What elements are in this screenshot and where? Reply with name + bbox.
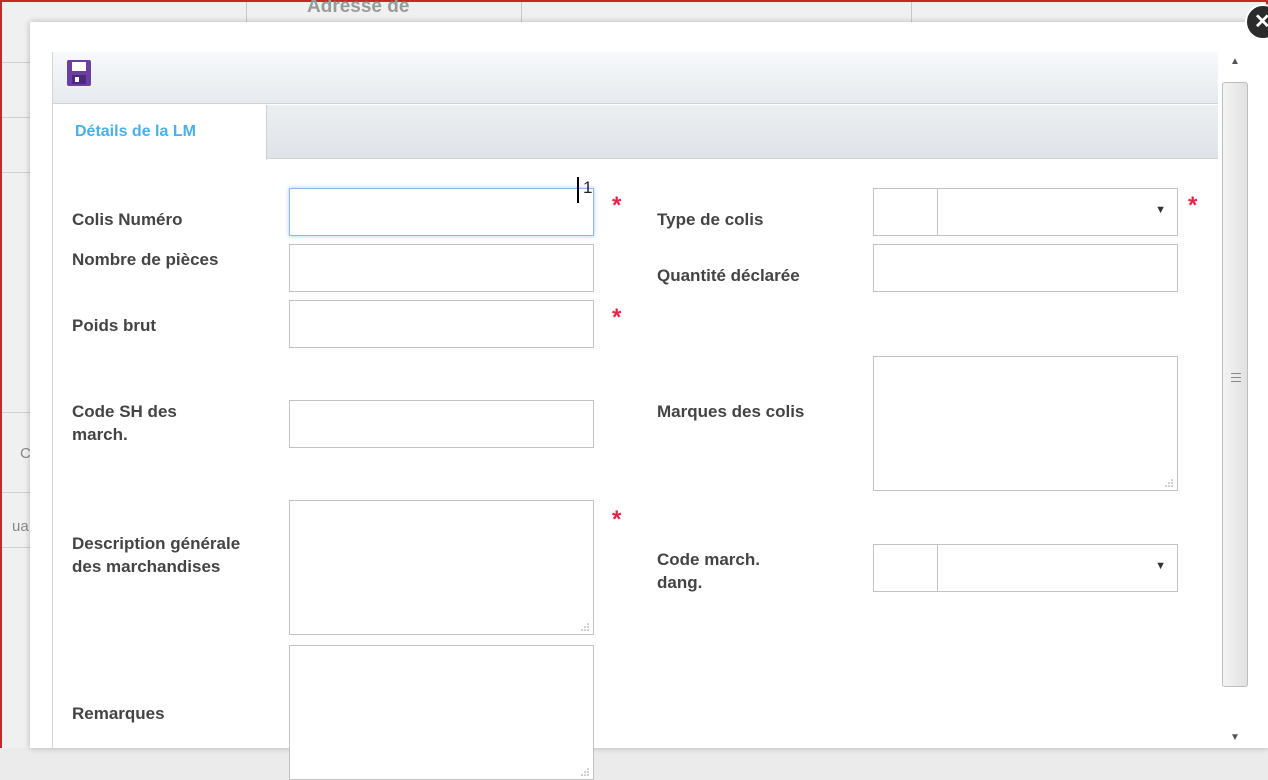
quantite-declaree-input[interactable] [873,244,1178,292]
colis-numero-input[interactable] [289,188,594,236]
modal-dialog: Détails de la LM Colis Numéro * Nombre d… [30,22,1268,780]
label-quantite-declaree: Quantité déclarée [657,266,800,285]
modal-content: Détails de la LM Colis Numéro * Nombre d… [52,52,1219,780]
poids-brut-input[interactable] [289,300,594,348]
bg-column [2,2,247,22]
code-march-dang-code-field[interactable] [874,545,938,591]
label-code-sh: Code SH des march. [72,402,177,444]
label-nombre-pieces: Nombre de pièces [72,250,219,269]
label-remarques: Remarques [72,704,165,723]
required-marker: * [612,304,622,331]
label-type-colis: Type de colis [657,210,764,229]
resize-grip-icon[interactable] [579,766,589,776]
colis-numero-value: 1 [583,178,593,197]
required-marker: * [612,506,622,533]
vertical-scrollbar[interactable]: ▲ ▼ [1218,52,1252,748]
dropdown-arrow-icon[interactable]: ▼ [1155,204,1166,216]
marques-colis-textarea[interactable] [873,356,1178,491]
label-marques-colis: Marques des colis [657,402,805,421]
grip-icon [1231,373,1241,385]
resize-grip-icon[interactable] [1163,477,1173,487]
bg-text-fragment: ua [12,518,29,535]
description-textarea[interactable] [289,500,594,635]
tab-bar: Détails de la LM [53,105,1219,160]
nombre-pieces-input[interactable] [289,244,594,292]
tab-details-lm[interactable]: Détails de la LM [53,105,267,160]
save-icon[interactable] [67,60,91,86]
resize-grip-icon[interactable] [579,621,589,631]
bg-header-text: Adresse de [307,0,410,17]
scroll-up-icon[interactable]: ▲ [1218,52,1252,72]
code-sh-input[interactable] [289,400,594,448]
scrollbar-thumb[interactable] [1222,82,1248,687]
label-poids-brut: Poids brut [72,316,157,335]
label-colis-numero: Colis Numéro [72,210,183,229]
label-code-march-dang: Code march. dang. [657,550,760,592]
toolbar [53,52,1219,104]
text-cursor [577,177,579,203]
bg-column [522,2,912,22]
required-marker: * [1188,192,1198,219]
label-description: Description générale des marchandises [72,534,241,576]
type-colis-select[interactable]: ▼ [873,188,1178,236]
dropdown-arrow-icon[interactable]: ▼ [1155,560,1166,572]
remarques-textarea[interactable] [289,645,594,780]
code-march-dang-select[interactable]: ▼ [873,544,1178,592]
required-marker: * [612,192,622,219]
scroll-down-icon[interactable]: ▼ [1218,728,1252,748]
type-colis-code-field[interactable] [874,189,938,235]
